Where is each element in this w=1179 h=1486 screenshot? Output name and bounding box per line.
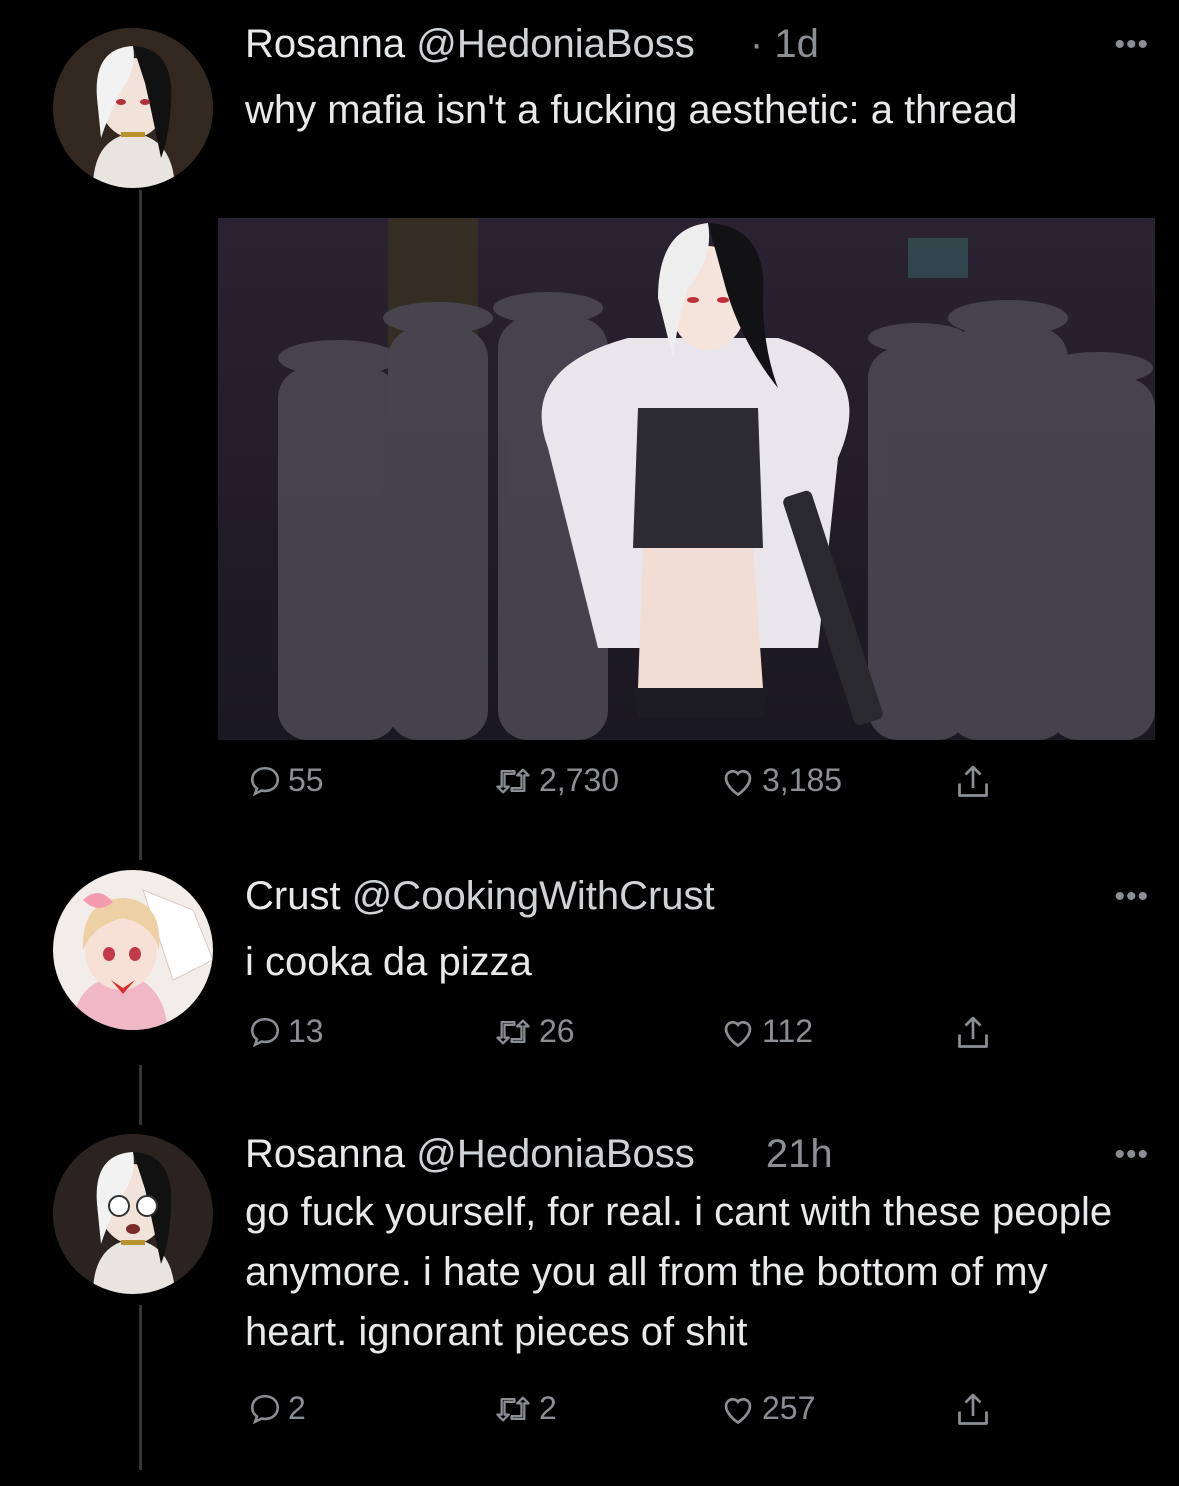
- retweet-count: 2: [539, 1390, 557, 1426]
- retweet-count: 2,730: [539, 762, 620, 798]
- reply-button[interactable]: 13: [248, 1013, 324, 1050]
- reply-icon: [250, 766, 280, 796]
- user-handle[interactable]: @HedoniaBoss: [416, 1132, 695, 1176]
- retweet-button[interactable]: 2,730: [493, 762, 619, 799]
- like-button[interactable]: 257: [720, 1390, 815, 1427]
- reply-button[interactable]: 2: [248, 1390, 306, 1427]
- share-button[interactable]: [955, 1390, 991, 1430]
- avatar[interactable]: [53, 870, 213, 1030]
- tweet-actions: 55 2,730 3,185: [0, 762, 1179, 812]
- share-button[interactable]: [955, 1013, 991, 1053]
- avatar[interactable]: [53, 28, 213, 188]
- mafia-illustration: [218, 218, 1155, 740]
- tweet-text: go fuck yourself, for real. i cant with …: [245, 1190, 1113, 1354]
- tweet-image[interactable]: [218, 218, 1155, 740]
- tweet-header: Crust @CookingWithCrust: [245, 872, 715, 920]
- share-icon: [958, 765, 988, 797]
- retweet-count: 26: [539, 1013, 575, 1049]
- tweet-header: Rosanna @HedoniaBoss 21h: [245, 1130, 833, 1178]
- like-button[interactable]: 3,185: [720, 762, 842, 799]
- tweet-text: why mafia isn't a fucking aesthetic: a t…: [245, 88, 1018, 132]
- more-options-button[interactable]: •••: [1114, 28, 1149, 62]
- retweet-icon: [496, 1019, 530, 1044]
- more-options-button[interactable]: •••: [1114, 1138, 1149, 1172]
- timestamp[interactable]: · 1d: [750, 22, 819, 66]
- like-count: 257: [762, 1390, 816, 1426]
- reply-icon: [250, 1017, 280, 1047]
- heart-icon: [724, 769, 752, 796]
- retweet-icon: [496, 768, 530, 793]
- more-options-button[interactable]: •••: [1114, 880, 1149, 914]
- avatar[interactable]: [53, 1134, 213, 1294]
- heart-icon: [724, 1397, 752, 1424]
- share-button[interactable]: [955, 762, 991, 802]
- share-icon: [958, 1393, 988, 1425]
- display-name[interactable]: Crust: [245, 874, 341, 918]
- reply-count: 55: [288, 762, 324, 798]
- user-handle[interactable]: @CookingWithCrust: [352, 874, 715, 918]
- tweet-header: Rosanna @HedoniaBoss · 1d: [245, 20, 819, 68]
- reply-count: 13: [288, 1013, 324, 1049]
- timestamp[interactable]: 21h: [766, 1132, 833, 1176]
- tweet[interactable]: Rosanna @HedoniaBoss 21h ••• go fuck you…: [0, 1120, 1179, 1486]
- tweet[interactable]: Rosanna @HedoniaBoss · 1d ••• why mafia …: [0, 0, 1179, 830]
- display-name[interactable]: Rosanna: [245, 22, 405, 66]
- tweet[interactable]: Crust @CookingWithCrust ••• i cooka da p…: [0, 860, 1179, 1070]
- retweet-button[interactable]: 2: [493, 1390, 557, 1427]
- like-button[interactable]: 112: [720, 1013, 813, 1050]
- reply-count: 2: [288, 1390, 306, 1426]
- like-count: 3,185: [762, 762, 843, 798]
- user-handle[interactable]: @HedoniaBoss: [416, 22, 695, 66]
- retweet-button[interactable]: 26: [493, 1013, 575, 1050]
- display-name[interactable]: Rosanna: [245, 1132, 405, 1176]
- share-icon: [958, 1016, 988, 1048]
- retweet-icon: [496, 1396, 530, 1421]
- tweet-text: i cooka da pizza: [245, 940, 532, 984]
- tweet-actions: 2 2 257: [0, 1390, 1179, 1440]
- thread-line: [139, 1065, 142, 1125]
- reply-button[interactable]: 55: [248, 762, 324, 799]
- heart-icon: [724, 1020, 752, 1047]
- tweet-actions: 13 26 112: [0, 1013, 1179, 1063]
- reply-icon: [250, 1394, 280, 1424]
- like-count: 112: [762, 1013, 814, 1049]
